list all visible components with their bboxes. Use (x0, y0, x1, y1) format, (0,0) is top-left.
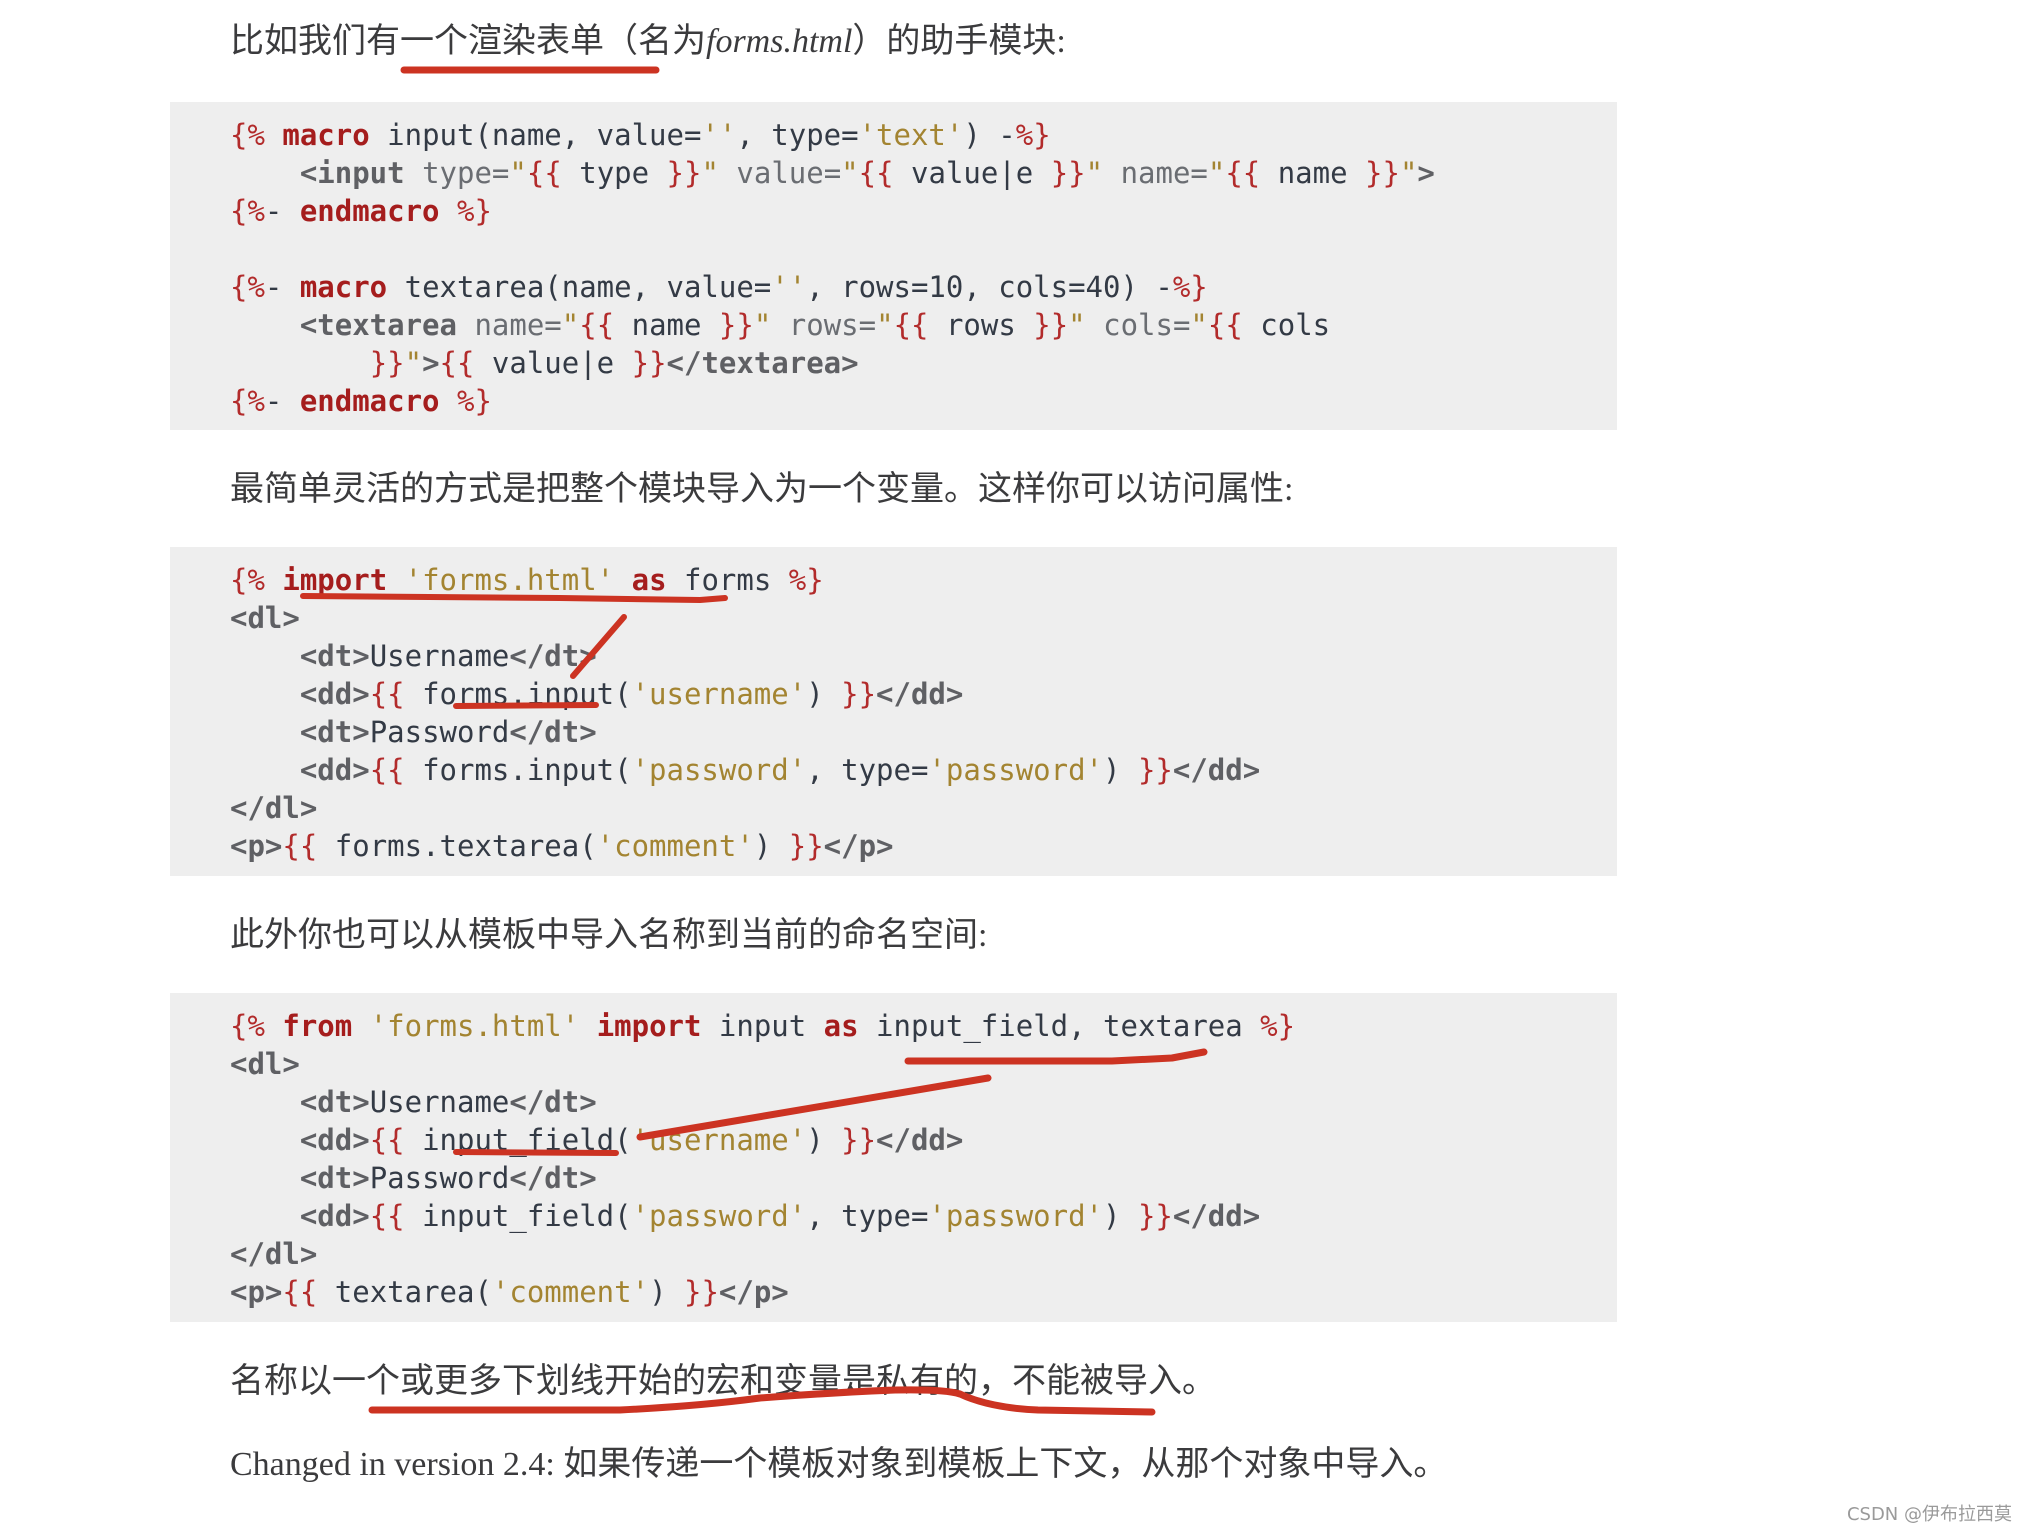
code-macros: {% macro input(name, value='', type='tex… (230, 116, 1435, 420)
code-line: <p>{{ textarea('comment') }}</p> (230, 1275, 789, 1309)
code-line: }}">{{ value|e }}</textarea> (369, 346, 859, 380)
code-line: {% import 'forms.html' as forms %} (230, 563, 824, 597)
code-line: <dd>{{ input_field('username') }}</dd> (299, 1123, 964, 1157)
code-import: {% import 'forms.html' as forms %} <dl> <… (230, 561, 1260, 865)
intro-text-start: 比如我们有一个渲染表单（名为 (230, 23, 706, 60)
code-line: <dt>Password</dt> (299, 1161, 597, 1195)
code-line: <dd>{{ forms.input('username') }}</dd> (299, 677, 964, 711)
code-line: <dt>Username</dt> (299, 1085, 597, 1119)
code-line: <dl> (230, 601, 300, 635)
changed-version-paragraph: Changed in version 2.4: 如果传递一个模板对象到模板上下文… (230, 1446, 1448, 1483)
code-line: {%- endmacro %} (230, 384, 492, 418)
code-line: <dt>Password</dt> (299, 715, 597, 749)
code-from-import: {% from 'forms.html' import input as inp… (230, 1007, 1295, 1311)
code-line: <dd>{{ forms.input('password', type='pas… (299, 753, 1261, 787)
code-line: <p>{{ forms.textarea('comment') }}</p> (230, 829, 894, 863)
import-module-paragraph: 最简单灵活的方式是把整个模块导入为一个变量。这样你可以访问属性: (230, 471, 1294, 508)
code-line: {%- macro textarea(name, value='', rows=… (230, 270, 1208, 304)
code-line: <textarea name="{{ name }}" rows="{{ row… (299, 308, 1331, 342)
intro-text-end: ）的助手模块: (852, 23, 1066, 60)
code-line: </dl> (230, 1237, 318, 1271)
code-line: <dl> (230, 1047, 300, 1081)
code-block-import: {% import 'forms.html' as forms %} <dl> <… (170, 547, 1617, 876)
private-names-paragraph: 名称以一个或更多下划线开始的宏和变量是私有的，不能被导入。 (230, 1363, 1216, 1400)
code-line: <dd>{{ input_field('password', type='pas… (299, 1199, 1261, 1233)
code-block-macros: {% macro input(name, value='', type='tex… (170, 102, 1617, 430)
intro-filename: forms.html (706, 23, 853, 60)
code-line: <input type="{{ type }}" value="{{ value… (299, 156, 1435, 190)
intro-paragraph: 比如我们有一个渲染表单（名为forms.html）的助手模块: (230, 18, 1066, 66)
watermark: CSDN @伊布拉西莫 (1846, 1504, 2012, 1525)
code-line: <dt>Username</dt> (299, 639, 597, 673)
code-line: {% macro input(name, value='', type='tex… (230, 118, 1051, 152)
code-line: </dl> (230, 791, 318, 825)
code-line: {%- endmacro %} (230, 194, 492, 228)
import-names-paragraph: 此外你也可以从模板中导入名称到当前的命名空间: (230, 917, 988, 954)
code-line: {% from 'forms.html' import input as inp… (230, 1009, 1296, 1043)
code-block-from-import: {% from 'forms.html' import input as inp… (170, 993, 1617, 1322)
